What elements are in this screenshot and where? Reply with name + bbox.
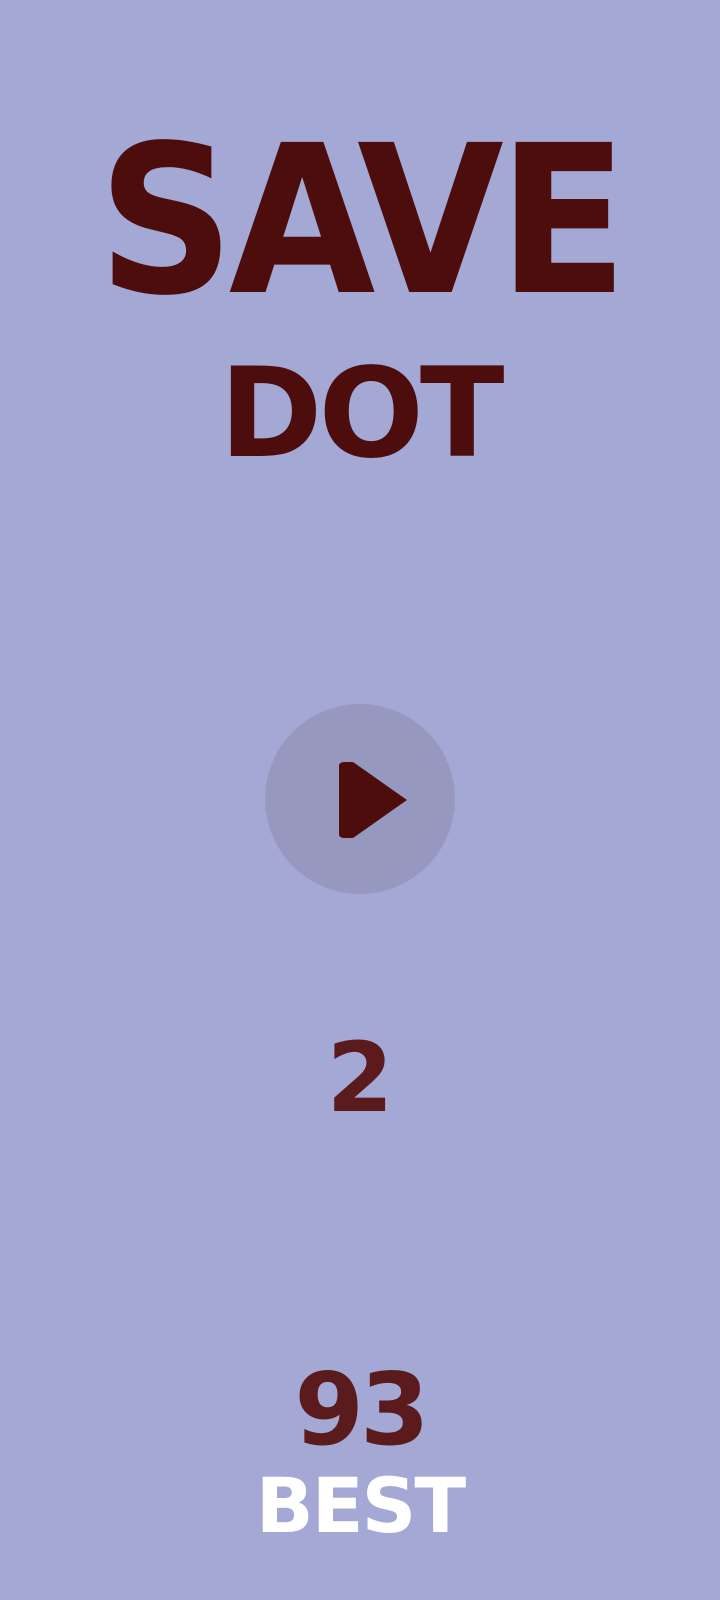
play-button[interactable]: [265, 704, 455, 894]
best-score: 93: [294, 1351, 429, 1468]
play-icon: [339, 762, 407, 838]
best-label: BEST: [255, 1461, 466, 1550]
game-screen: SAVE DOT 2 93 BEST: [0, 0, 720, 1600]
title-save: SAVE: [97, 101, 628, 341]
level-number: 2: [326, 1022, 394, 1134]
title-dot: DOT: [219, 342, 505, 486]
